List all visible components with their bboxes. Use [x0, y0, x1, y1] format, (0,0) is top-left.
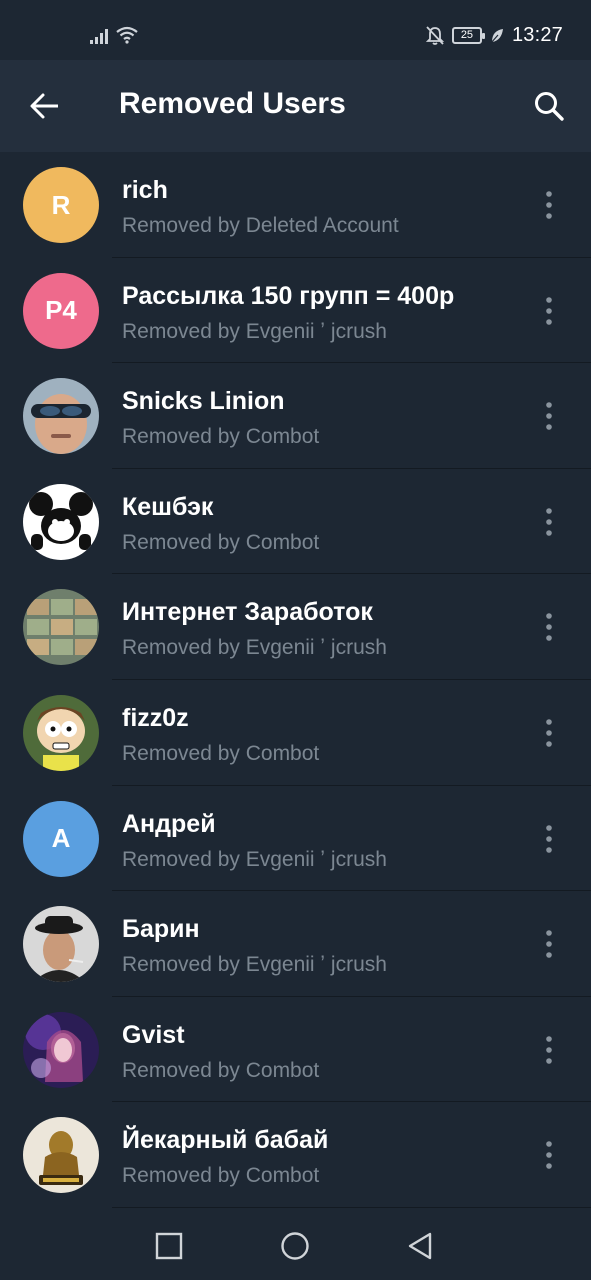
more-options-button[interactable]: [539, 824, 559, 854]
home-button[interactable]: [279, 1230, 311, 1262]
cartoon-character-photo: [23, 694, 99, 771]
bell-off-icon: [425, 25, 444, 45]
user-row[interactable]: Snicks Linion Removed by Combot: [0, 363, 591, 469]
removed-by-text: Removed by Combot: [122, 1164, 320, 1188]
removed-by-text: Removed by Deleted Account: [122, 214, 399, 237]
avatar: [23, 1117, 99, 1194]
user-name: Кешбэк: [122, 492, 214, 521]
man-sunglasses-photo: [23, 378, 99, 455]
battery-icon: 25: [451, 27, 485, 44]
user-name: fizz0z: [122, 703, 189, 732]
cartoon-mouse-photo: [23, 483, 99, 560]
removed-by-text: Removed by Combot: [122, 530, 320, 554]
more-vertical-icon: [546, 613, 552, 642]
more-vertical-icon: [546, 1141, 552, 1170]
user-name: Андрей: [122, 809, 216, 838]
user-row[interactable]: R rich Removed by Deleted Account: [0, 152, 591, 258]
more-options-button[interactable]: [539, 612, 559, 642]
search-icon: [535, 92, 564, 121]
more-vertical-icon: [546, 402, 552, 430]
money-stacks-photo: [23, 589, 99, 666]
user-row[interactable]: Барин Removed by Evgenii ʼ jcrush: [0, 891, 591, 997]
removed-by-text: Removed by Evgenii ʼ jcrush: [122, 953, 387, 977]
user-row[interactable]: Кешбэк Removed by Combot: [0, 469, 591, 575]
avatar: Р4: [23, 272, 99, 349]
woman-smoke-photo: [23, 1011, 99, 1088]
user-row[interactable]: Р4 Рассылка 150 групп = 400р Removed by …: [0, 258, 591, 364]
system-back-button[interactable]: [404, 1230, 436, 1262]
avatar-initials: А: [51, 823, 71, 854]
more-vertical-icon: [546, 824, 552, 853]
user-row[interactable]: fizz0z Removed by Combot: [0, 680, 591, 786]
removed-by-text: Removed by Evgenii ʼ jcrush: [122, 319, 387, 343]
avatar: R: [23, 167, 99, 243]
status-right-icons: 25 13:27: [425, 24, 563, 47]
avatar-initials: Р4: [45, 295, 77, 326]
leaf-icon: [490, 28, 503, 43]
user-name: Рассылка 150 групп = 400р: [122, 281, 455, 310]
more-options-button[interactable]: [539, 296, 559, 326]
triangle-back-icon: [408, 1232, 432, 1260]
removed-by-text: Removed by Evgenii ʼ jcrush: [122, 847, 387, 871]
avatar: [23, 1011, 99, 1088]
more-vertical-icon: [546, 191, 552, 219]
system-nav-bar: [0, 1212, 591, 1280]
man-hat-photo: [23, 906, 99, 983]
divider: [112, 1206, 591, 1208]
removed-by-text: Removed by Combot: [122, 425, 320, 449]
more-options-button[interactable]: [539, 507, 559, 537]
avatar: А: [23, 800, 99, 877]
user-row[interactable]: А Андрей Removed by Evgenii ʼ jcrush: [0, 786, 591, 892]
more-options-button[interactable]: [539, 718, 559, 748]
more-vertical-icon: [546, 1035, 552, 1064]
search-button[interactable]: [525, 84, 573, 128]
more-vertical-icon: [546, 296, 552, 325]
app-bar: Removed Users: [0, 60, 591, 152]
page-title: Removed Users: [119, 87, 346, 120]
removed-by-text: Removed by Combot: [122, 1058, 320, 1082]
avatar-initials: R: [51, 189, 71, 220]
avatar: [23, 483, 99, 560]
more-vertical-icon: [546, 930, 552, 958]
recents-button[interactable]: [153, 1230, 185, 1262]
removed-by-text: Removed by Combot: [122, 741, 320, 765]
more-options-button[interactable]: [539, 190, 559, 220]
removed-by-text: Removed by Evgenii ʼ jcrush: [122, 636, 387, 660]
removed-users-list: R rich Removed by Deleted Account Р4 Рас…: [0, 152, 591, 1208]
more-vertical-icon: [546, 719, 552, 747]
wifi-icon: [116, 26, 138, 44]
circle-home-icon: [281, 1232, 309, 1260]
more-options-button[interactable]: [539, 929, 559, 959]
signal-icon: [90, 29, 108, 44]
user-name: Йекарный бабай: [122, 1126, 329, 1155]
user-row[interactable]: Интернет Заработок Removed by Evgenii ʼ …: [0, 574, 591, 680]
user-row[interactable]: Йекарный бабай Removed by Combot: [0, 1102, 591, 1208]
arrow-left-icon: [30, 93, 58, 119]
user-name: Snicks Linion: [122, 387, 285, 416]
user-name: Интернет Заработок: [122, 598, 373, 627]
more-vertical-icon: [546, 507, 552, 536]
square-recents-icon: [155, 1232, 183, 1260]
avatar: [23, 906, 99, 983]
user-name: Барин: [122, 915, 200, 944]
avatar: [23, 589, 99, 666]
status-bar: 25 13:27: [0, 0, 591, 60]
statue-photo: [23, 1117, 99, 1194]
more-options-button[interactable]: [539, 401, 559, 431]
user-name: rich: [122, 176, 168, 204]
more-options-button[interactable]: [539, 1035, 559, 1065]
status-left-icons: [90, 26, 138, 44]
user-row[interactable]: Gvist Removed by Combot: [0, 997, 591, 1103]
more-options-button[interactable]: [539, 1140, 559, 1170]
avatar: [23, 694, 99, 771]
user-name: Gvist: [122, 1020, 185, 1049]
back-button[interactable]: [22, 84, 70, 128]
clock: 13:27: [511, 24, 563, 46]
avatar: [23, 378, 99, 455]
